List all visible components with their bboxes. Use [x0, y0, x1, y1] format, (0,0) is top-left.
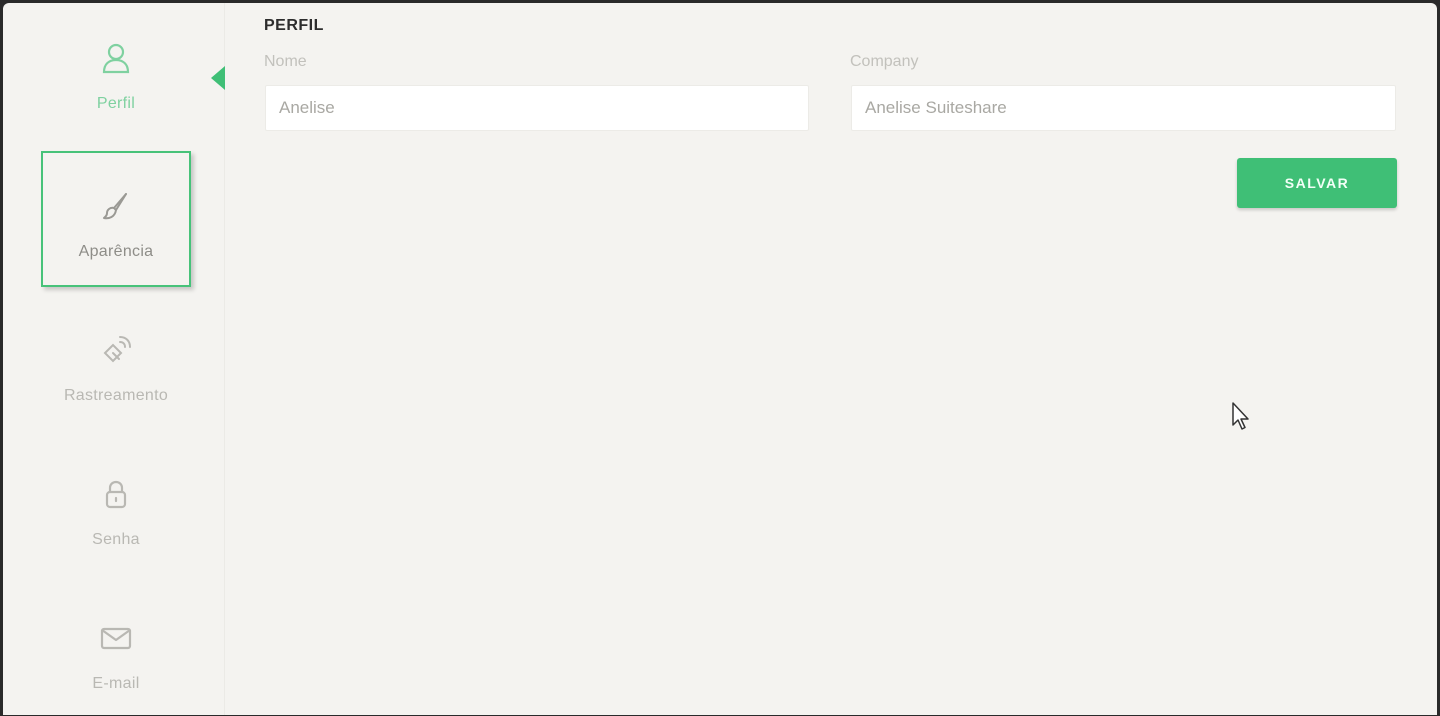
sidebar-item-rastreamento[interactable]: Rastreamento — [41, 295, 191, 431]
sidebar-item-label: Aparência — [78, 243, 154, 260]
save-button[interactable]: SALVAR — [1237, 158, 1397, 208]
company-field-label: Company — [850, 53, 919, 70]
user-icon — [41, 41, 191, 75]
mail-icon — [41, 621, 191, 655]
sidebar-item-senha[interactable]: Senha — [41, 439, 191, 575]
active-item-pointer — [211, 66, 225, 90]
sidebar-item-label: E-mail — [92, 675, 140, 692]
lock-icon — [41, 477, 191, 511]
name-field[interactable] — [265, 85, 809, 131]
sidebar-item-aparencia[interactable]: Aparência — [41, 151, 191, 287]
company-field[interactable] — [851, 85, 1396, 131]
settings-window: Perfil Aparência Rastreamento Senha E-ma… — [3, 3, 1437, 715]
brush-icon — [43, 189, 189, 223]
sidebar-item-label: Perfil — [96, 95, 136, 112]
sidebar-item-label: Senha — [92, 531, 140, 548]
settings-sidebar: Perfil Aparência Rastreamento Senha E-ma… — [3, 3, 225, 715]
page-title: PERFIL — [264, 17, 324, 34]
sidebar-item-perfil[interactable]: Perfil — [41, 3, 191, 139]
mouse-cursor-icon — [1231, 401, 1251, 436]
sidebar-item-email[interactable]: E-mail — [41, 583, 191, 715]
sidebar-item-label: Rastreamento — [63, 387, 169, 404]
name-field-label: Nome — [264, 53, 307, 70]
satellite-icon — [41, 333, 191, 367]
